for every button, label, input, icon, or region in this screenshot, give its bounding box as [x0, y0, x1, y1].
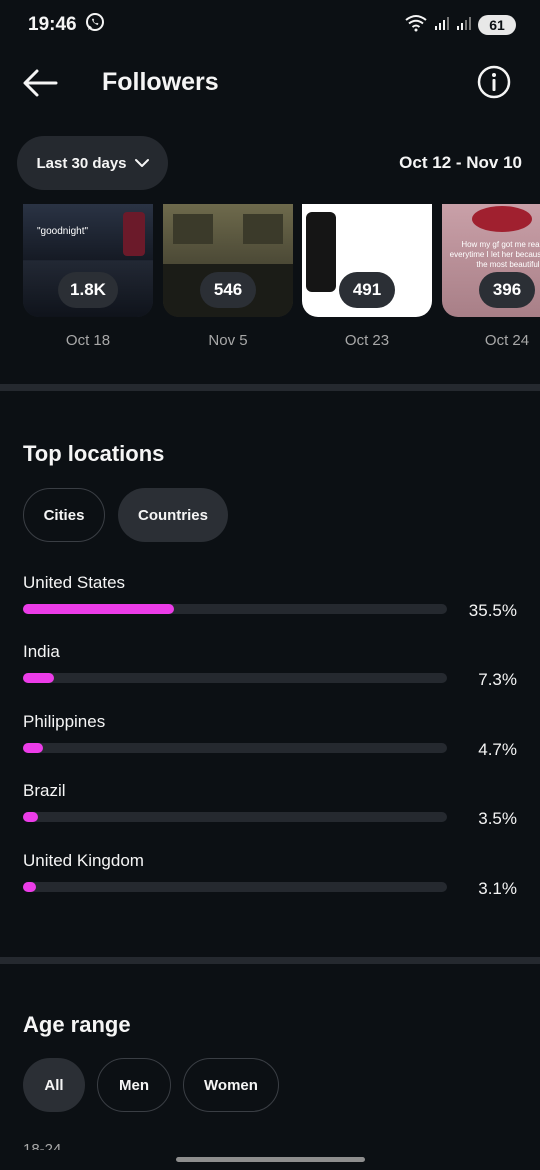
location-bar-track: [23, 604, 447, 614]
location-name: India: [23, 642, 60, 661]
date-range-text: Oct 12 - Nov 10: [399, 153, 522, 172]
chip-all[interactable]: All: [23, 1058, 85, 1112]
range-dropdown[interactable]: Last 30 days: [17, 136, 168, 190]
location-bar-fill: [23, 604, 174, 614]
chip-label: Women: [204, 1076, 258, 1094]
top-locations-title: Top locations: [23, 441, 165, 466]
location-bar-fill: [23, 812, 38, 822]
back-button[interactable]: [22, 66, 58, 100]
location-name: United Kingdom: [23, 851, 144, 870]
location-bar-track: [23, 882, 447, 892]
location-bar-track: [23, 812, 447, 822]
thumbnail-date: Oct 24: [484, 332, 530, 349]
top-content-carousel: "goodnight" 1.8K Oct 18 546 Nov 5 491 Oc…: [0, 204, 540, 364]
chip-women[interactable]: Women: [183, 1058, 279, 1112]
location-name: Brazil: [23, 781, 66, 800]
date-range-row: Last 30 days Oct 12 - Nov 10: [0, 136, 540, 190]
location-percent: 3.1%: [478, 879, 517, 898]
chip-label: All: [44, 1076, 64, 1094]
location-row: Brazil 3.5%: [0, 781, 540, 841]
signal-icon-2: [456, 15, 472, 36]
chip-countries[interactable]: Countries: [118, 488, 228, 542]
chip-label: Men: [119, 1076, 149, 1094]
thumbnail-date: Oct 18: [65, 332, 111, 349]
whatsapp-icon: [85, 12, 105, 38]
thumbnail-caption: "goodnight": [37, 226, 89, 237]
location-row: Philippines 4.7%: [0, 712, 540, 772]
wifi-icon: [404, 14, 428, 37]
content-thumbnail[interactable]: 546: [163, 204, 293, 317]
thumbnail-image: [173, 214, 213, 244]
section-divider: [0, 957, 540, 964]
chip-cities[interactable]: Cities: [23, 488, 105, 542]
thumbnail-image: [243, 214, 283, 244]
content-thumbnail[interactable]: How my gf got me reading everytime I let…: [442, 204, 540, 317]
chevron-down-icon: [134, 155, 149, 172]
thumbnail-count: 491: [339, 272, 395, 308]
chip-men[interactable]: Men: [97, 1058, 171, 1112]
location-percent: 4.7%: [478, 740, 517, 759]
battery-level: 61: [489, 17, 505, 33]
header: Followers: [0, 52, 540, 114]
range-dropdown-label: Last 30 days: [36, 154, 127, 172]
age-bucket-label: 18-24: [23, 1141, 62, 1150]
location-bar-fill: [23, 882, 37, 892]
signal-icon: [434, 15, 450, 36]
location-bar-track: [23, 743, 447, 753]
thumbnail-count: 1.8K: [58, 272, 118, 308]
location-bar-fill: [23, 743, 43, 753]
dancing-figure: [306, 212, 336, 292]
location-name: United States: [23, 573, 126, 592]
status-time: 19:46: [28, 14, 77, 35]
status-left: 19:46: [28, 12, 105, 38]
home-indicator[interactable]: [176, 1157, 365, 1162]
chip-label: Countries: [137, 506, 208, 524]
content-thumbnail[interactable]: "goodnight" 1.8K: [23, 204, 153, 317]
chip-label: Cities: [43, 506, 85, 524]
content-thumbnail[interactable]: 491: [302, 204, 432, 317]
thumbnail-date: Nov 5: [208, 332, 248, 349]
location-bar-fill: [23, 673, 54, 683]
section-divider: [0, 384, 540, 391]
location-name: Philippines: [23, 712, 106, 731]
thumbnail-date: Oct 23: [344, 332, 390, 349]
battery-indicator: 61: [478, 15, 516, 35]
location-bar-track: [23, 673, 447, 683]
thumbnail-count: 396: [479, 272, 535, 308]
age-range-title: Age range: [23, 1012, 131, 1037]
location-row: India 7.3%: [0, 642, 540, 702]
player-figure: [123, 212, 145, 256]
status-right: 61: [404, 14, 516, 37]
thumbnail-count: 546: [200, 272, 256, 308]
page-title: Followers: [102, 68, 219, 96]
thumbnail-caption: How my gf got me reading everytime I let…: [449, 240, 540, 269]
arrow-left-icon: [22, 69, 58, 104]
thumbnail-image: [472, 206, 532, 232]
status-bar: 19:46 61: [0, 0, 540, 50]
location-percent: 35.5%: [468, 601, 517, 620]
info-button[interactable]: [476, 64, 512, 100]
info-icon: [476, 65, 512, 104]
location-row: United Kingdom 3.1%: [0, 851, 540, 911]
location-row: United States 35.5%: [0, 573, 540, 633]
location-percent: 7.3%: [478, 670, 517, 689]
location-percent: 3.5%: [478, 809, 517, 828]
